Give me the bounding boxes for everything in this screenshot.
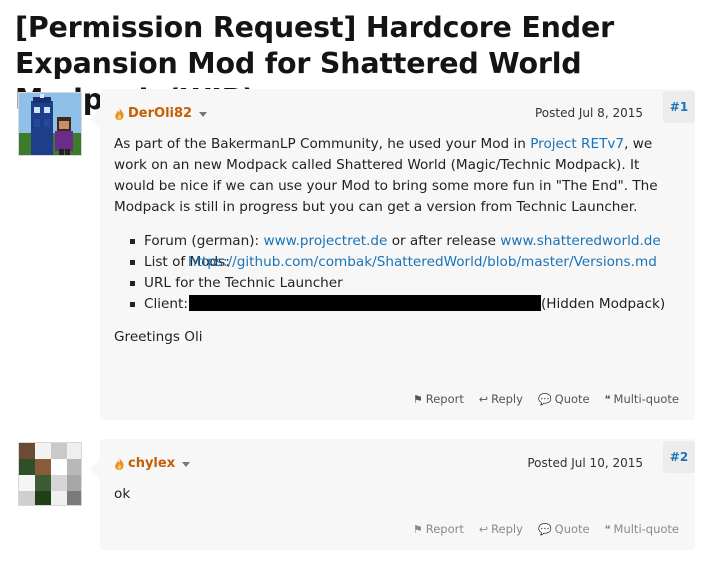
project-retv7-link[interactable]: Project RETv7: [530, 136, 624, 152]
reply-icon: ↩: [478, 392, 489, 406]
reply-button[interactable]: ↩ Reply: [479, 522, 523, 536]
post-number-link[interactable]: #2: [663, 441, 695, 473]
quote-icon: 💬: [537, 522, 552, 536]
redacted-url: [189, 295, 541, 311]
report-button[interactable]: ⚑ Report: [413, 522, 464, 536]
reply-icon: ↩: [478, 522, 489, 536]
multiquote-icon: ❝: [604, 522, 611, 536]
avatar-derOli82[interactable]: [18, 92, 82, 156]
multiquote-button[interactable]: ❝ Multi-quote: [605, 392, 679, 406]
flame-icon: [115, 457, 124, 470]
list-item: (Hidden Modpack): [130, 294, 681, 315]
post-2: chylex Posted Jul 10, 2015 #2 ok ⚑ Report…: [90, 439, 695, 550]
versions-link[interactable]: https://github.com/combak/ShatteredWorld…: [188, 254, 657, 270]
post-number-link[interactable]: #1: [663, 91, 695, 123]
info-list: Forum (german): www.projectret.de or aft…: [114, 231, 681, 315]
shatteredworld-link[interactable]: www.shatteredworld.de: [500, 233, 661, 249]
avatar-chylex[interactable]: [18, 442, 82, 506]
list-item: Forum (german): www.projectret.de or aft…: [130, 231, 681, 252]
post-1: DerOli82 Posted Jul 8, 2015 #1 As part o…: [90, 89, 695, 420]
report-button[interactable]: ⚑ Report: [413, 392, 464, 406]
flag-icon: ⚑: [412, 522, 423, 536]
post-date: Posted Jul 8, 2015: [534, 106, 643, 120]
post-date: Posted Jul 10, 2015: [527, 456, 643, 470]
caret-down-icon[interactable]: [199, 112, 208, 117]
username-link[interactable]: chylex: [114, 456, 191, 471]
username[interactable]: chylex: [128, 456, 175, 471]
quote-button[interactable]: 💬 Quote: [538, 522, 590, 536]
quote-button[interactable]: 💬 Quote: [538, 392, 590, 406]
username[interactable]: DerOli82: [128, 106, 192, 121]
post-paragraph: As part of the BakermanLP Community, he …: [114, 136, 658, 215]
multiquote-button[interactable]: ❝ Multi-quote: [605, 522, 679, 536]
multiquote-icon: ❝: [604, 392, 611, 406]
post-closing: Greetings Oli: [114, 329, 203, 345]
caret-down-icon[interactable]: [182, 462, 191, 467]
post-actions: ⚑ Report ↩ Reply 💬 Quote ❝ Multi-quote: [413, 522, 679, 536]
flame-icon: [115, 107, 124, 120]
quote-icon: 💬: [537, 392, 552, 406]
post-paragraph: ok: [114, 486, 131, 502]
post-content: As part of the BakermanLP Community, he …: [100, 125, 695, 348]
username-link[interactable]: DerOli82: [114, 106, 208, 121]
reply-button[interactable]: ↩ Reply: [479, 392, 523, 406]
forum-link[interactable]: www.projectret.de: [263, 233, 387, 249]
post-content: ok: [100, 475, 695, 505]
list-item: https://github.com/combak/ShatteredWorld…: [130, 252, 681, 273]
flag-icon: ⚑: [412, 392, 423, 406]
post-actions: ⚑ Report ↩ Reply 💬 Quote ❝ Multi-quote: [413, 392, 679, 406]
